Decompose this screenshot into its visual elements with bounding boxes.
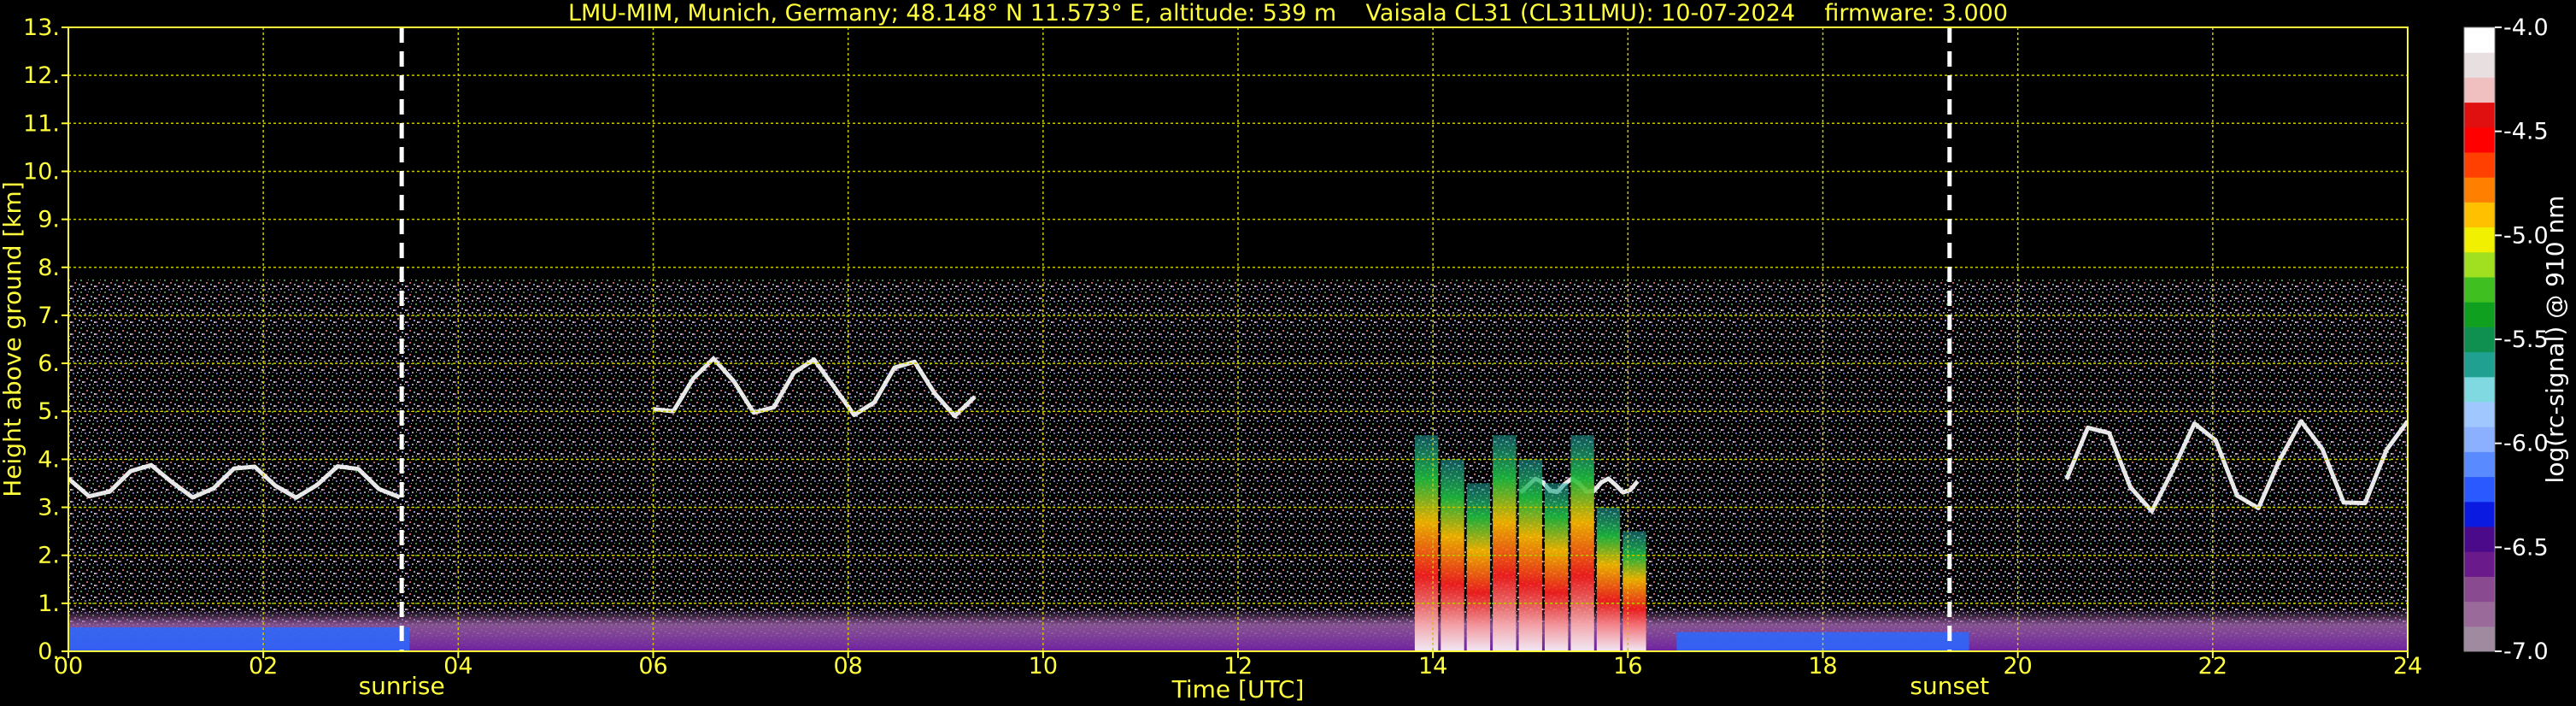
colorbar-segment (2464, 376, 2495, 403)
y-tick-label: 9. (38, 207, 60, 233)
x-tick-label: 24 (2393, 653, 2422, 680)
colorbar-segment (2464, 27, 2495, 53)
colorbar-tick-label: -4.5 (2503, 119, 2549, 145)
y-tick-label: 1. (38, 591, 60, 617)
x-tick-label: 02 (249, 653, 278, 680)
colorbar-segment (2464, 102, 2495, 128)
colorbar-segment (2464, 126, 2495, 153)
x-tick-label: 06 (638, 653, 667, 680)
y-tick-label: 13. (23, 15, 60, 41)
convective-column (1596, 507, 1621, 651)
convective-column (1414, 435, 1439, 651)
colorbar-segment (2464, 576, 2495, 603)
colorbar-segment (2464, 227, 2495, 253)
y-tick-label: 11. (23, 110, 60, 137)
colorbar-segment (2464, 152, 2495, 178)
y-tick-label: 3. (38, 495, 60, 521)
y-tick-label: 12. (23, 62, 60, 89)
colorbar-segment (2464, 476, 2495, 503)
colorbar-segment (2464, 52, 2495, 78)
y-tick-label: 8. (38, 255, 60, 281)
x-axis-label: Time [UTC] (1171, 675, 1305, 703)
y-tick-label: 5. (38, 398, 60, 425)
y-tick-label: 7. (38, 303, 60, 329)
ceilometer-chart: sunrise sunset 0.1.2.3.4.5.6.7.8.9.10.11.… (0, 15, 2569, 703)
colorbar-tick-label: -4.0 (2503, 15, 2549, 41)
x-tick-label: 20 (2003, 653, 2032, 680)
colorbar-segment (2464, 351, 2495, 378)
convective-column (1622, 531, 1646, 651)
colorbar-segment (2464, 451, 2495, 478)
colorbar-segment (2464, 202, 2495, 228)
x-tick-label: 00 (54, 653, 83, 680)
colorbar-segment (2464, 501, 2495, 527)
colorbar-tick-label: -6.5 (2503, 534, 2549, 561)
colorbar-segment (2464, 327, 2495, 353)
boundary-layer (68, 627, 410, 651)
x-tick-label: 08 (833, 653, 862, 680)
x-tick-label: 18 (1808, 653, 1837, 680)
x-tick-label: 10 (1029, 653, 1058, 680)
sunrise-label: sunrise (359, 672, 445, 700)
convective-column (1466, 483, 1491, 651)
colorbar-segment (2464, 302, 2495, 327)
colorbar-segment (2464, 177, 2495, 203)
colorbar-segment (2464, 626, 2495, 652)
colorbar-segment (2464, 527, 2495, 552)
colorbar-segment (2464, 551, 2495, 577)
y-tick-label: 6. (38, 350, 60, 377)
convective-column (1544, 483, 1569, 651)
sunset-label: sunset (1910, 672, 1989, 700)
y-tick-label: 4. (38, 446, 60, 473)
colorbar-segment (2464, 427, 2495, 452)
y-tick-label: 2. (38, 543, 60, 569)
colorbar-segment (2464, 402, 2495, 427)
y-axis-label: Height above ground [km] (0, 181, 26, 497)
colorbar-segment (2464, 77, 2495, 103)
convective-column (1493, 435, 1517, 651)
x-tick-label: 22 (2198, 653, 2227, 680)
y-tick-label: 10. (23, 158, 60, 185)
colorbar-tick-label: -7.0 (2503, 638, 2549, 665)
x-tick-label: 14 (1418, 653, 1447, 680)
colorbar-segment (2464, 601, 2495, 627)
colorbar-segment (2464, 277, 2495, 303)
x-tick-label: 16 (1613, 653, 1642, 680)
x-tick-label: 04 (443, 653, 472, 680)
convective-column (1570, 435, 1594, 651)
colorbar-segment (2464, 251, 2495, 278)
colorbar-label: log(rc-signal) @ 910 nm (2541, 196, 2569, 484)
